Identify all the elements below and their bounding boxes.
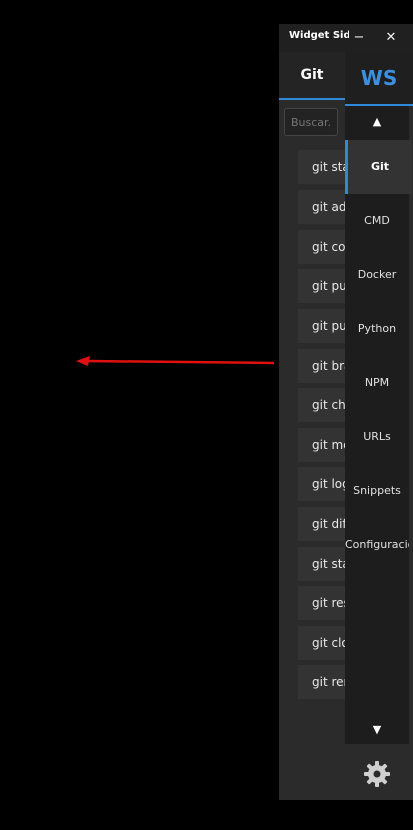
command-item[interactable]: git clone — [298, 626, 345, 660]
nav-item-configuracion[interactable]: Configuración — [345, 518, 409, 572]
nav-item-npm[interactable]: NPM — [345, 356, 409, 410]
command-item[interactable]: git checkout — [298, 388, 345, 422]
close-button[interactable]: ✕ — [381, 28, 401, 48]
brand-logo: WS — [345, 52, 413, 106]
gear-icon[interactable] — [363, 760, 391, 788]
command-list: git status git add git commit git push g… — [279, 24, 345, 800]
command-item[interactable]: git reset — [298, 586, 345, 620]
nav-item-python[interactable]: Python — [345, 302, 409, 356]
nav-item-git[interactable]: Git — [345, 140, 412, 194]
command-item[interactable]: git push — [298, 269, 345, 303]
command-item[interactable]: git add — [298, 190, 345, 224]
scroll-up-button[interactable]: ▲ — [345, 108, 409, 136]
command-item[interactable]: git remote — [298, 665, 345, 699]
red-left-arrow-icon — [76, 356, 275, 366]
command-item[interactable]: git commit — [298, 230, 345, 264]
nav-item-docker[interactable]: Docker — [345, 248, 409, 302]
minimize-button[interactable]: − — [349, 28, 369, 48]
scroll-down-button[interactable]: ▼ — [345, 716, 409, 744]
down-arrow-icon: ▼ — [372, 723, 382, 736]
nav-item-cmd[interactable]: CMD — [345, 194, 409, 248]
nav-item-snippets[interactable]: Snippets — [345, 464, 409, 518]
command-item[interactable]: git branch — [298, 349, 345, 383]
command-item[interactable]: git log — [298, 467, 345, 501]
command-item[interactable]: git stash — [298, 547, 345, 581]
command-item[interactable]: git status — [298, 150, 345, 184]
command-item[interactable]: git diff — [298, 507, 345, 541]
widget-sidebar-window: Widget Sidebar − ✕ Git WS git status git… — [279, 24, 413, 800]
nav-item-urls[interactable]: URLs — [345, 410, 409, 464]
command-item[interactable]: git pull — [298, 309, 345, 343]
command-item[interactable]: git merge — [298, 428, 345, 462]
up-arrow-icon: ▲ — [372, 115, 382, 128]
brand-text: WS — [360, 66, 398, 90]
